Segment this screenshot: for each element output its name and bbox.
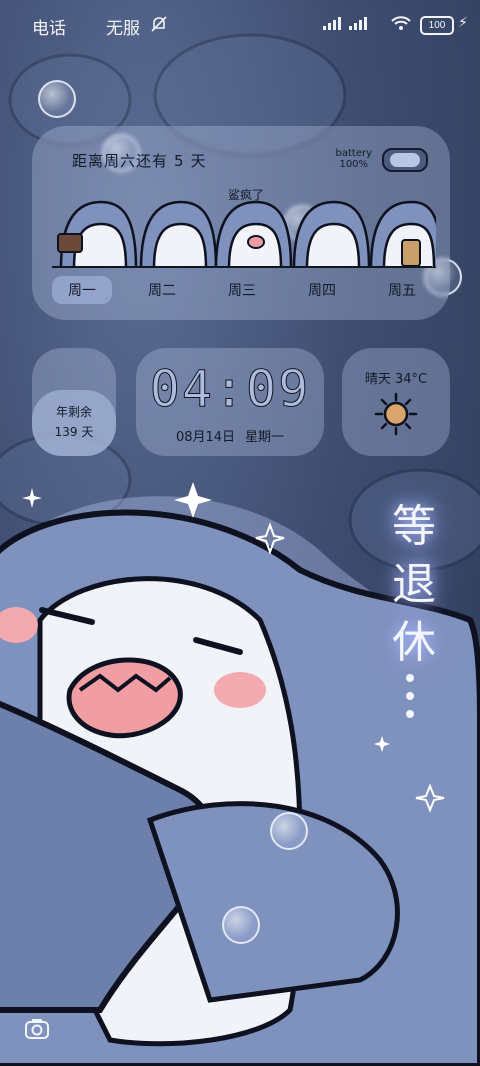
clock-time: 04:09: [149, 360, 311, 419]
clock-widget[interactable]: 04:09 08月14日 星期一: [136, 348, 324, 456]
clock-date: 08月14日 星期一: [175, 430, 285, 445]
shark-tag-label: 鲨疯了: [228, 188, 265, 202]
day-label-fri: 周五: [388, 283, 416, 299]
bubble-decoration: [38, 80, 76, 118]
day-label-mon: 周一: [52, 276, 112, 304]
charging-icon: ⚡: [458, 14, 468, 30]
bubble-decoration: [270, 812, 308, 850]
battery-label: battery 100%: [335, 148, 373, 170]
day-label-wed: 周三: [228, 283, 256, 299]
day-label-thu: 周四: [308, 283, 336, 299]
day-label-tue: 周二: [148, 283, 176, 299]
shelf-line: [52, 266, 432, 268]
carrier-label: 电话: [32, 19, 66, 38]
camera-shortcut-icon[interactable]: [24, 1016, 50, 1044]
mute-bell-icon: [150, 15, 168, 38]
status-bar: 电话 无服 100 ⚡: [0, 0, 480, 48]
bubble-decoration: [222, 906, 260, 944]
battery-pill-icon: [382, 148, 428, 172]
countdown-title: 距离周六还有 5 天: [72, 152, 207, 170]
signal-icon: [322, 16, 370, 30]
weather-text: 晴天 34°C: [364, 372, 428, 387]
week-countdown-widget[interactable]: 距离周六还有 5 天 battery 100% 鲨疯了 周一 周二 周三 周四 周五: [32, 126, 450, 320]
battery-icon: 100: [420, 16, 454, 35]
weather-widget[interactable]: 晴天 34°C: [342, 348, 450, 456]
carrier2-label: 无服: [106, 19, 140, 38]
weekday-row: 周一 周二 周三 周四 周五: [52, 276, 432, 304]
sun-icon: [374, 392, 418, 436]
wifi-icon: [390, 14, 412, 37]
year-remaining-text: 年剩余 139 天: [54, 405, 94, 439]
year-remaining-widget[interactable]: 年剩余 139 天: [32, 348, 116, 456]
ellipsis-dots: [406, 674, 414, 718]
slogan-text: 等 退 休: [392, 501, 436, 668]
